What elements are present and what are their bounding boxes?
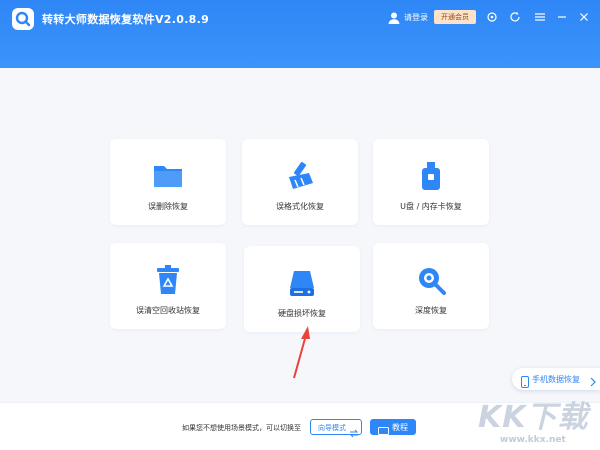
- watermark-url: www.kkx.net: [500, 435, 566, 445]
- mode-hint: 如果您不想使用场景模式，可以切换至: [182, 424, 301, 432]
- tutorial-button[interactable]: 教程: [370, 419, 416, 437]
- tutorial-label: 教程: [392, 423, 408, 432]
- monitor-icon: [378, 422, 389, 441]
- annotation-arrow-icon: [293, 326, 310, 379]
- phone-recovery-label: 手机数据恢复: [532, 375, 580, 384]
- watermark-logo: KK下载: [478, 400, 589, 435]
- phone-recovery-button[interactable]: 手机数据恢复: [512, 368, 600, 390]
- guide-mode-button[interactable]: 向导模式: [310, 419, 362, 438]
- switch-icon: [349, 423, 359, 442]
- guide-mode-label: 向导模式: [318, 424, 346, 432]
- phone-icon: [521, 373, 529, 392]
- chevron-right-icon: [590, 373, 596, 392]
